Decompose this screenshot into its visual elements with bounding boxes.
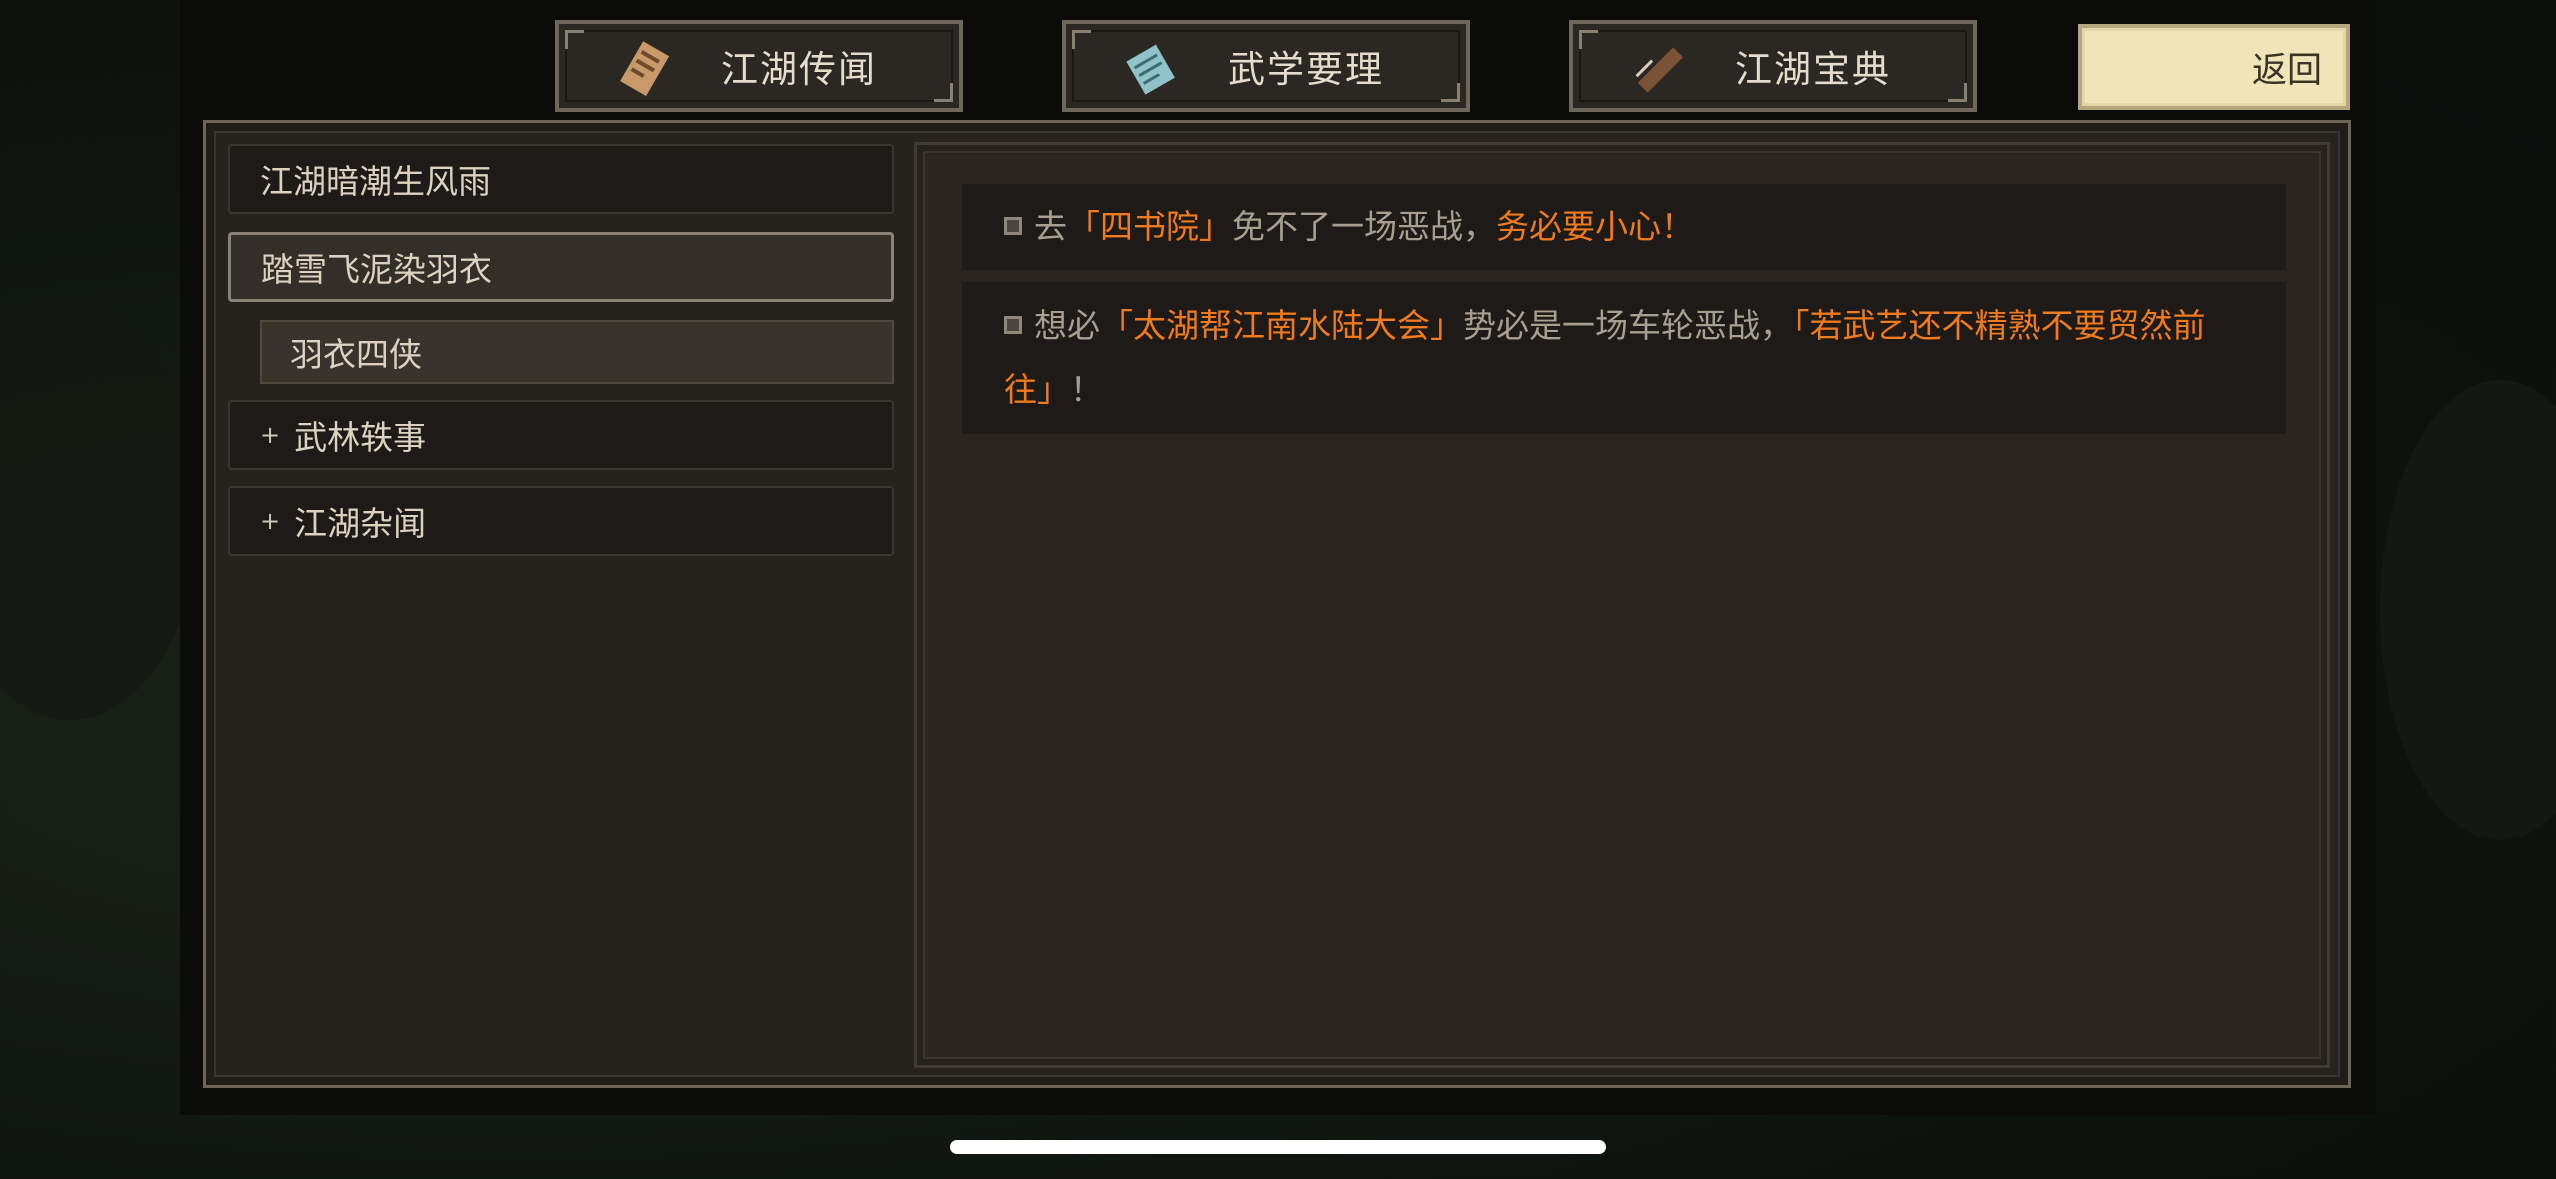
entry-text: 去「四书院」免不了一场恶战，务必要小心！	[1034, 207, 1694, 246]
bullet-icon	[1004, 315, 1022, 334]
sidebar-item-label: 武林轶事	[294, 418, 427, 457]
entry-part: 去	[1034, 207, 1067, 246]
rumor-entry: 去「四书院」免不了一场恶战，务必要小心！	[962, 184, 2286, 270]
sidebar-subitem-four-heroes[interactable]: 羽衣四侠	[260, 320, 894, 384]
rumor-entry: 想必「太湖帮江南水陆大会」势必是一场车轮恶战，「若武艺还不精熟不要贸然前往」！	[962, 282, 2286, 434]
bullet-icon	[1004, 216, 1022, 235]
sidebar-item-label: 江湖暗潮生风雨	[260, 162, 491, 201]
sidebar-item-label: 踏雪飞泥染羽衣	[261, 250, 492, 289]
tab-jianghu-rumors[interactable]: 江湖传闻	[555, 20, 963, 112]
entry-text: 想必「太湖帮江南水陆大会」势必是一场车轮恶战，「若武艺还不精熟不要贸然前往」！	[1004, 306, 2206, 409]
tab-label: 武学要理	[1228, 48, 1384, 91]
back-button-label: 返回	[2251, 50, 2322, 91]
entry-part: 想必	[1034, 306, 1100, 345]
entry-highlight: 务必要小心！	[1496, 207, 1694, 246]
content-area	[914, 142, 2330, 1068]
entry-highlight: 「太湖帮江南水陆大会」	[1100, 306, 1463, 345]
tab-jianghu-codex[interactable]: 江湖宝典	[1569, 20, 1977, 112]
entry-part: 免不了一场恶战，	[1232, 207, 1496, 246]
home-indicator[interactable]	[950, 1140, 1606, 1154]
background-tree	[0, 300, 200, 720]
expand-icon: +	[260, 421, 281, 449]
background-tree	[2380, 380, 2556, 840]
tab-martial-principles[interactable]: 武学要理	[1062, 20, 1470, 112]
entry-highlight: 「四书院」	[1067, 207, 1232, 246]
sidebar-item-misc-news[interactable]: + 江湖杂闻	[228, 486, 894, 556]
sidebar-item-label: 江湖杂闻	[294, 504, 427, 543]
expand-icon: +	[260, 507, 281, 535]
entry-part: 势必是一场车轮恶战，	[1463, 306, 1793, 345]
sidebar-item-label: 羽衣四侠	[290, 335, 422, 374]
entry-part: ！	[1070, 370, 1103, 409]
tab-label: 江湖宝典	[1735, 48, 1891, 91]
back-button[interactable]: 返回	[2078, 24, 2350, 110]
sidebar-item-martial-anecdotes[interactable]: + 武林轶事	[228, 400, 894, 470]
sidebar-item-jianghu-storm[interactable]: 江湖暗潮生风雨	[228, 144, 894, 214]
sidebar-item-snow-feather[interactable]: 踏雪飞泥染羽衣	[228, 232, 894, 302]
tab-label: 江湖传闻	[721, 48, 877, 91]
